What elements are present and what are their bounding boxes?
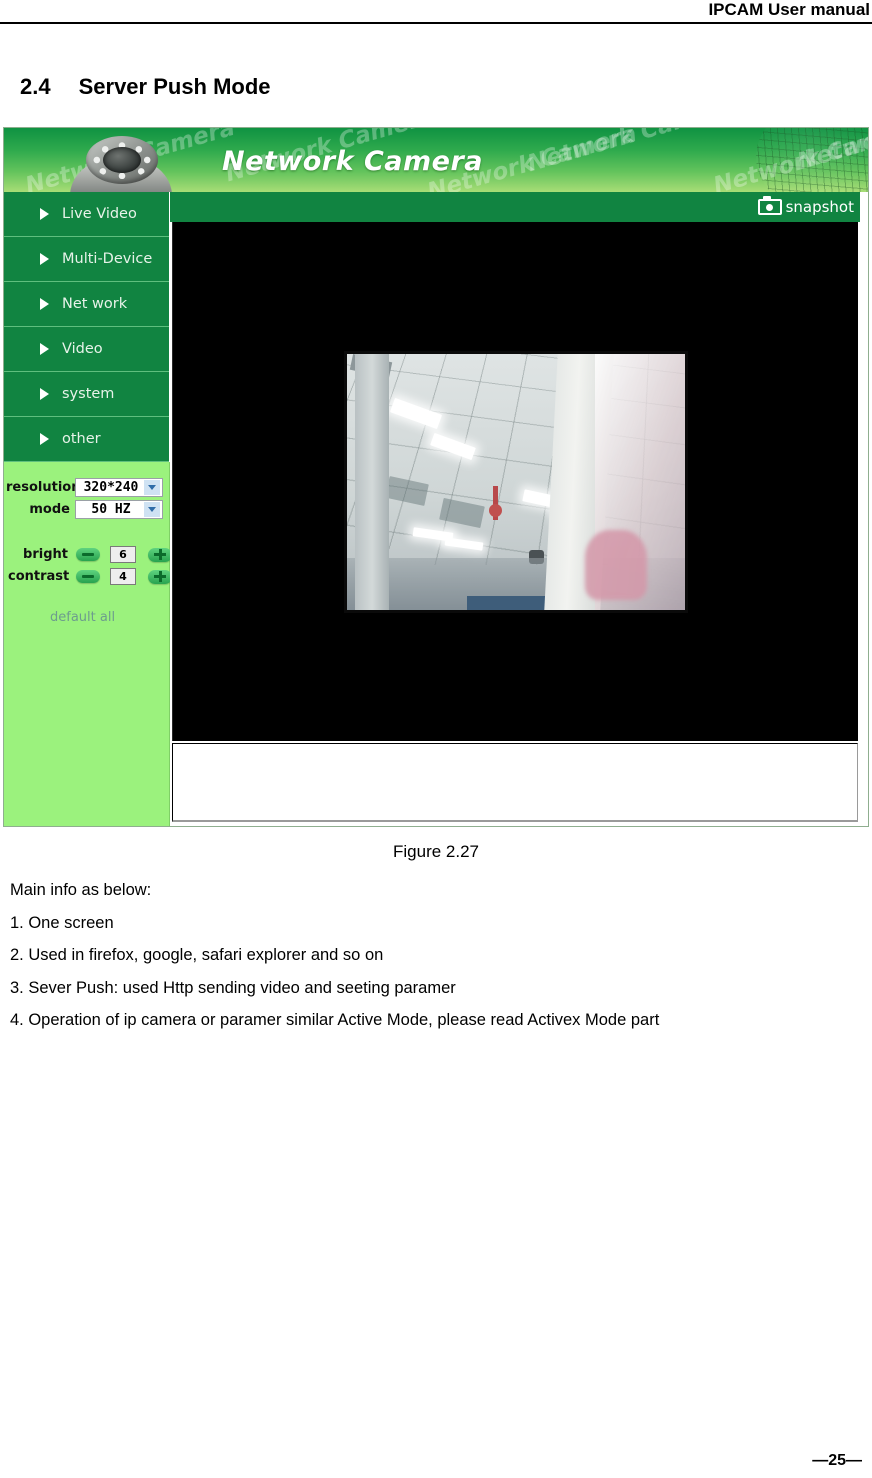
figure-screenshot: Network Camera Network Camera Network Ca… — [3, 127, 869, 827]
contrast-increase-button[interactable] — [148, 569, 172, 584]
status-panel — [172, 743, 858, 822]
sidebar-menu: Live Video Multi-Device Net work Video s… — [4, 192, 169, 462]
video-stream — [343, 350, 688, 613]
dome-camera-icon — [66, 132, 176, 192]
banner-watermark: Network Camera — [524, 128, 740, 178]
sidebar-item-label: system — [62, 386, 115, 402]
mode-value: 50 HZ — [91, 502, 131, 517]
body-list-item: 4. Operation of ip camera or paramer sim… — [10, 1011, 660, 1029]
page-title: 2.4 Server Push Mode — [20, 74, 271, 100]
chevron-down-icon — [144, 480, 160, 495]
snapshot-label: snapshot — [785, 198, 854, 216]
body-list-item: 2. Used in firefox, google, safari explo… — [10, 946, 384, 964]
document-header: IPCAM User manual — [0, 0, 872, 24]
section-number: 2.4 — [20, 74, 51, 99]
sidebar-item-label: Live Video — [62, 206, 137, 222]
contrast-label: contrast — [8, 569, 70, 584]
bright-label: bright — [23, 547, 68, 562]
triangle-right-icon — [40, 208, 49, 220]
body-list-item: 1. One screen — [10, 913, 114, 932]
bright-increase-button[interactable] — [148, 547, 172, 562]
snapshot-button[interactable]: snapshot — [757, 195, 854, 219]
video-image — [346, 353, 685, 610]
triangle-right-icon — [40, 253, 49, 265]
triangle-right-icon — [40, 343, 49, 355]
sidebar-item-other[interactable]: other — [4, 417, 169, 462]
camera-controls-panel: resolution 320*240 mode 50 HZ bright 6 c… — [4, 462, 172, 826]
mode-control-row: mode 50 HZ — [6, 500, 163, 519]
contrast-control-row: contrast 4 — [8, 568, 172, 585]
resolution-label: resolution — [6, 480, 81, 495]
section-heading-text: Server Push Mode — [78, 74, 271, 99]
video-display-area[interactable] — [172, 222, 858, 741]
triangle-right-icon — [40, 433, 49, 445]
sidebar-item-multi-device[interactable]: Multi-Device — [4, 237, 169, 282]
default-all-link[interactable]: default all — [50, 610, 115, 625]
app-title: Network Camera — [222, 146, 483, 177]
toolbar: snapshot — [170, 192, 860, 222]
camera-icon — [757, 196, 782, 215]
main-content-pane: snapshot — [170, 192, 868, 826]
body-list-item: 3. Sever Push: used Http sending video a… — [10, 978, 456, 997]
bright-value: 6 — [110, 546, 136, 563]
header-divider — [0, 22, 872, 24]
app-banner: Network Camera Network Camera Network Ca… — [4, 128, 868, 192]
sidebar-item-video[interactable]: Video — [4, 327, 169, 372]
body-intro: Main info as below: — [10, 881, 152, 899]
sidebar-item-label: Multi-Device — [62, 251, 153, 267]
resolution-control-row: resolution 320*240 — [6, 478, 163, 497]
page-number: —25— — [812, 1452, 862, 1469]
document-header-title: IPCAM User manual — [708, 0, 870, 19]
sidebar-item-label: Net work — [62, 296, 128, 312]
sidebar-item-label: other — [62, 431, 101, 447]
triangle-right-icon — [40, 388, 49, 400]
mode-select[interactable]: 50 HZ — [75, 500, 163, 519]
sidebar-item-system[interactable]: system — [4, 372, 169, 417]
chevron-down-icon — [144, 502, 160, 517]
contrast-value: 4 — [110, 568, 136, 585]
triangle-right-icon — [40, 298, 49, 310]
sidebar-item-live-video[interactable]: Live Video — [4, 192, 169, 237]
sidebar-item-label: Video — [62, 341, 103, 357]
body-text: Main info as below: 1. One screen 2. Use… — [10, 874, 864, 1037]
bright-control-row: bright 6 — [8, 546, 172, 563]
figure-caption: Figure 2.27 — [393, 842, 479, 861]
contrast-decrease-button[interactable] — [76, 570, 100, 583]
bright-decrease-button[interactable] — [76, 548, 100, 561]
mode-label: mode — [29, 502, 70, 517]
resolution-select[interactable]: 320*240 — [75, 478, 163, 497]
sidebar-item-network[interactable]: Net work — [4, 282, 169, 327]
